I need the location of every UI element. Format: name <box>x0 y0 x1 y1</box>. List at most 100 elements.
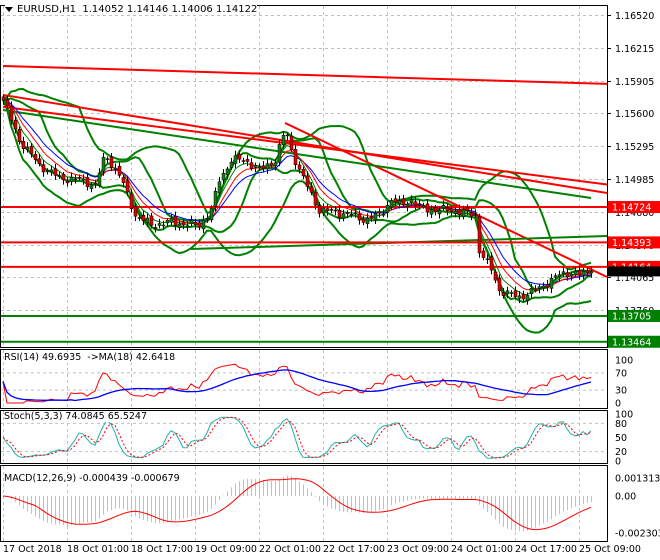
candle-body <box>221 173 226 181</box>
candle-body <box>277 144 282 163</box>
candle-body <box>401 198 406 206</box>
candle-body <box>345 212 350 214</box>
candle-body <box>45 170 50 173</box>
candle-body <box>353 212 358 215</box>
candle-body <box>341 213 346 219</box>
rsi-label: RSI(14) 49.6935 ->MA(18) 42.6418 <box>4 352 176 363</box>
candle-body <box>177 223 182 228</box>
candle-body <box>261 165 266 169</box>
candle-body <box>173 216 178 226</box>
candle-body <box>417 203 422 206</box>
macd-tick-label: -0.002303 <box>615 528 660 539</box>
candle-body <box>125 180 130 193</box>
candle-body <box>197 222 202 228</box>
price-tick-label: 1.15295 <box>615 142 654 153</box>
candle-body <box>481 250 486 258</box>
candle-body <box>17 129 22 142</box>
rsi-tick-label: 0 <box>615 399 621 410</box>
candle-body <box>229 161 234 168</box>
candle-body <box>185 225 190 228</box>
candle-body <box>385 205 390 213</box>
candle-body <box>533 289 538 292</box>
candle-body <box>301 169 306 177</box>
stoch-tick-label: 0 <box>615 457 621 468</box>
candle-body <box>269 162 274 166</box>
x-tick-label: 24 Oct 01:00 <box>451 544 513 555</box>
candle-body <box>133 206 138 217</box>
candle-body <box>1 96 6 101</box>
level-price-label: 1.13705 <box>612 311 651 322</box>
rsi-tick-label: 30 <box>615 386 627 397</box>
candle-body <box>5 99 10 107</box>
candle-body <box>25 146 30 150</box>
candle-body <box>553 275 558 278</box>
candle-body <box>89 184 94 189</box>
candle-body <box>145 217 150 223</box>
candle-body <box>305 175 310 187</box>
x-tick-label: 22 Oct 17:00 <box>323 544 385 555</box>
candle-body <box>425 203 430 213</box>
candle <box>477 213 482 258</box>
macd-tick-label: 0.001313 <box>615 474 660 485</box>
candle-body <box>525 295 530 301</box>
candle-body <box>9 105 14 121</box>
candle-body <box>33 153 38 160</box>
candle-body <box>369 216 374 219</box>
candle-body <box>445 207 450 212</box>
candle-body <box>561 271 566 274</box>
x-tick-label: 18 Oct 17:00 <box>131 544 193 555</box>
candle-body <box>329 209 334 211</box>
candle-body <box>581 270 586 276</box>
candle-body <box>93 182 98 185</box>
price-tick-label: 1.16520 <box>615 11 654 22</box>
candle-body <box>489 256 494 271</box>
dropdown-triangle-icon[interactable] <box>5 6 13 12</box>
x-tick-label: 23 Oct 09:00 <box>387 544 449 555</box>
candle-body <box>393 198 398 203</box>
candle-body <box>313 191 318 206</box>
candle-body <box>537 286 542 289</box>
symbol-timeframe: EURUSD,H1 <box>17 4 77 15</box>
candle-body <box>421 205 426 208</box>
current-price-badge <box>608 266 660 277</box>
candle-body <box>157 223 162 226</box>
candle-body <box>381 213 386 216</box>
candle-body <box>373 213 378 221</box>
candle-body <box>289 135 294 150</box>
stoch-label: Stoch(5,3,3) 74.0845 65.5247 <box>4 411 148 422</box>
candle-body <box>13 119 18 130</box>
macd-tick-label: 0.00 <box>615 492 636 503</box>
candle-body <box>321 207 326 214</box>
rsi-tick-label: 100 <box>615 356 633 367</box>
candle-body <box>105 158 110 161</box>
candle-body <box>117 165 122 176</box>
candle-body <box>433 207 438 213</box>
candle-body <box>41 164 46 173</box>
candle-body <box>193 221 198 225</box>
candle-body <box>545 284 550 288</box>
chart-header: EURUSD,H1 1.14052 1.14146 1.14006 1.1412… <box>5 4 258 15</box>
candle-body <box>209 207 214 221</box>
candle-body <box>21 141 26 150</box>
candle-body <box>457 209 462 215</box>
candle-body <box>121 177 126 184</box>
candle-body <box>397 200 402 205</box>
candle-body <box>281 135 286 146</box>
candle-body <box>337 209 342 218</box>
candle-body <box>497 277 502 292</box>
candle-body <box>257 166 262 168</box>
x-tick-label: 18 Oct 01:00 <box>67 544 129 555</box>
candle-body <box>529 288 534 295</box>
candle-body <box>549 277 554 289</box>
candle-body <box>65 180 70 184</box>
candle-body <box>505 290 510 295</box>
level-price-label: 1.14724 <box>612 203 651 214</box>
candle-body <box>37 158 42 165</box>
candle-body <box>361 218 366 223</box>
candle-body <box>273 162 278 167</box>
ohlc-readout: 1.14052 1.14146 1.14006 1.14122 <box>82 4 258 15</box>
candle <box>17 126 22 145</box>
stoch-tick-label: 80 <box>615 419 627 430</box>
candle-body <box>169 218 174 223</box>
candle-body <box>285 134 290 137</box>
